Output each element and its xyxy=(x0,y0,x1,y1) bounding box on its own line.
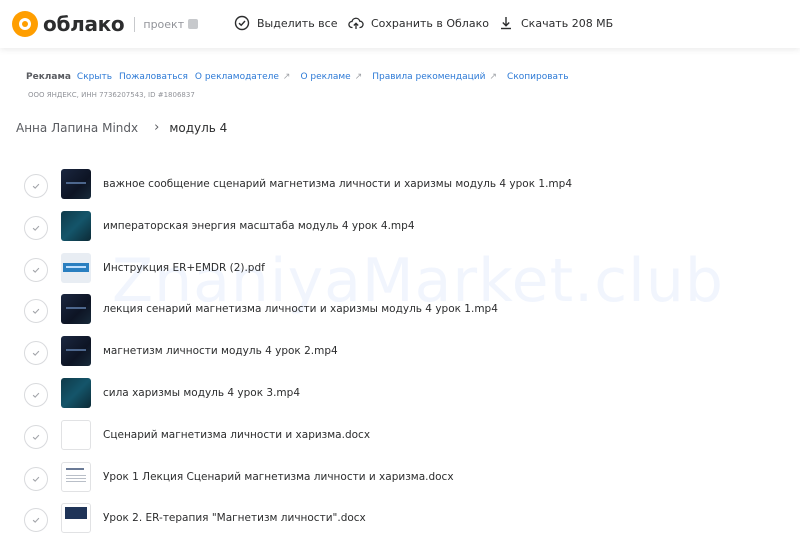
logo-project-label: проект xyxy=(143,17,185,31)
file-row[interactable]: лекция сенарий магнетизма личности и хар… xyxy=(0,289,800,331)
external-arrow-icon: ↗ xyxy=(489,72,498,82)
file-name[interactable]: Сценарий магнетизма личности и харизма.d… xyxy=(103,429,370,441)
row-checkbox[interactable] xyxy=(24,299,48,324)
save-to-cloud-button[interactable]: Сохранить в Облако xyxy=(348,15,489,31)
row-checkbox[interactable] xyxy=(24,341,48,366)
check-icon xyxy=(32,434,40,440)
file-name[interactable]: Инструкция ER+EMDR (2).pdf xyxy=(103,262,265,274)
select-all-label: Выделить все xyxy=(257,16,338,30)
file-row[interactable]: императорская энергия масштаба модуль 4 … xyxy=(0,206,800,248)
file-row[interactable]: Урок 2. ER-терапия "Магнетизм личности".… xyxy=(0,498,800,540)
check-circle-icon xyxy=(234,15,250,31)
check-icon xyxy=(32,476,40,482)
row-checkbox[interactable] xyxy=(24,215,48,240)
row-checkbox[interactable] xyxy=(24,466,48,491)
check-icon xyxy=(32,225,40,231)
ad-about-advertiser-link[interactable]: О рекламодателе xyxy=(195,72,279,82)
breadcrumb-current: модуль 4 xyxy=(169,120,228,135)
project-badge-icon xyxy=(188,19,199,29)
file-thumbnail[interactable] xyxy=(61,503,91,534)
ad-copy-link[interactable]: Скопировать xyxy=(507,72,569,82)
row-checkbox[interactable] xyxy=(24,383,48,407)
download-button[interactable]: Скачать 208 МБ xyxy=(498,15,613,31)
file-name[interactable]: важное сообщение сценарий магнетизма лич… xyxy=(103,178,572,190)
logo-divider xyxy=(134,16,136,32)
external-arrow-icon: ↗ xyxy=(282,72,291,82)
file-thumbnail[interactable] xyxy=(61,378,91,408)
ad-about-ad-link[interactable]: О рекламе xyxy=(300,72,350,82)
cloud-upload-icon xyxy=(348,17,364,29)
file-row[interactable]: Урок 1 Лекция Сценарий магнетизма личнос… xyxy=(0,457,800,499)
file-thumbnail[interactable] xyxy=(61,336,91,367)
check-icon xyxy=(32,183,40,189)
check-icon xyxy=(32,518,40,524)
logo-text: облако xyxy=(43,12,125,36)
check-icon xyxy=(32,392,40,398)
file-thumbnail[interactable] xyxy=(61,252,91,283)
select-all-button[interactable]: Выделить все xyxy=(234,15,337,31)
row-checkbox[interactable] xyxy=(24,257,48,282)
at-sign-logo-icon xyxy=(12,11,38,37)
ad-complain-link[interactable]: Пожаловаться xyxy=(119,72,188,82)
row-checkbox[interactable] xyxy=(24,508,48,533)
download-label: Скачать 208 МБ xyxy=(521,16,614,30)
file-thumbnail[interactable] xyxy=(61,169,91,199)
check-icon xyxy=(32,350,40,357)
file-name[interactable]: магнетизм личности модуль 4 урок 2.mp4 xyxy=(103,345,338,357)
file-name[interactable]: лекция сенарий магнетизма личности и хар… xyxy=(103,303,498,315)
file-thumbnail[interactable] xyxy=(61,461,91,492)
file-name[interactable]: императорская энергия масштаба модуль 4 … xyxy=(103,220,415,232)
file-row[interactable]: важное сообщение сценарий магнетизма лич… xyxy=(0,164,800,206)
file-name[interactable]: сила харизмы модуль 4 урок 3.mp4 xyxy=(103,387,300,399)
file-thumbnail[interactable] xyxy=(61,210,91,241)
ad-bar: Реклама Скрыть Пожаловаться О рекламодат… xyxy=(26,72,573,82)
file-row[interactable]: сила харизмы модуль 4 урок 3.mp4 xyxy=(0,373,800,415)
external-arrow-icon: ↗ xyxy=(354,72,363,82)
ad-label: Реклама xyxy=(26,72,71,82)
check-icon xyxy=(32,309,40,315)
check-icon xyxy=(32,267,40,273)
breadcrumb-parent[interactable]: Анна Лапина Mindx xyxy=(16,121,138,135)
file-name[interactable]: Урок 2. ER-терапия "Магнетизм личности".… xyxy=(103,512,366,524)
file-row[interactable]: Инструкция ER+EMDR (2).pdf xyxy=(0,248,800,290)
save-to-cloud-label: Сохранить в Облако xyxy=(371,16,489,30)
file-row[interactable]: магнетизм личности модуль 4 урок 2.mp4 xyxy=(0,331,800,373)
chevron-right-icon: › xyxy=(154,120,160,135)
row-checkbox[interactable] xyxy=(24,174,48,198)
cloud-logo[interactable]: облако проект xyxy=(12,11,199,37)
file-name[interactable]: Урок 1 Лекция Сценарий магнетизма личнос… xyxy=(103,471,454,483)
ad-hide-link[interactable]: Скрыть xyxy=(77,72,112,82)
file-row[interactable]: Сценарий магнетизма личности и харизма.d… xyxy=(0,415,800,457)
file-thumbnail[interactable] xyxy=(61,294,91,325)
ad-rules-link[interactable]: Правила рекомендаций xyxy=(372,72,485,82)
download-icon xyxy=(501,17,511,30)
ad-legal-text: ООО ЯНДЕКС, ИНН 7736207543, ID #1806837 xyxy=(28,91,195,99)
top-header: облако проект Выделить все Сохранить в О… xyxy=(0,0,800,48)
row-checkbox[interactable] xyxy=(24,424,48,449)
file-thumbnail[interactable] xyxy=(61,419,91,450)
breadcrumb: Анна Лапина Mindx › модуль 4 xyxy=(16,120,227,135)
